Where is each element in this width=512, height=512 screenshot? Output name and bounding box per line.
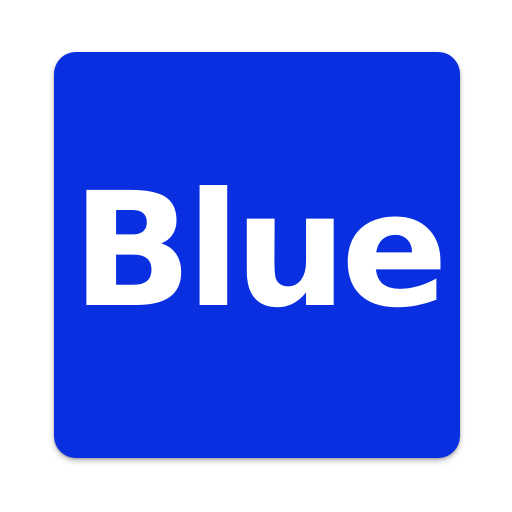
app-icon-label: Blue	[71, 159, 448, 343]
app-icon[interactable]: Blue	[54, 52, 460, 458]
canvas: Blue	[0, 0, 512, 512]
